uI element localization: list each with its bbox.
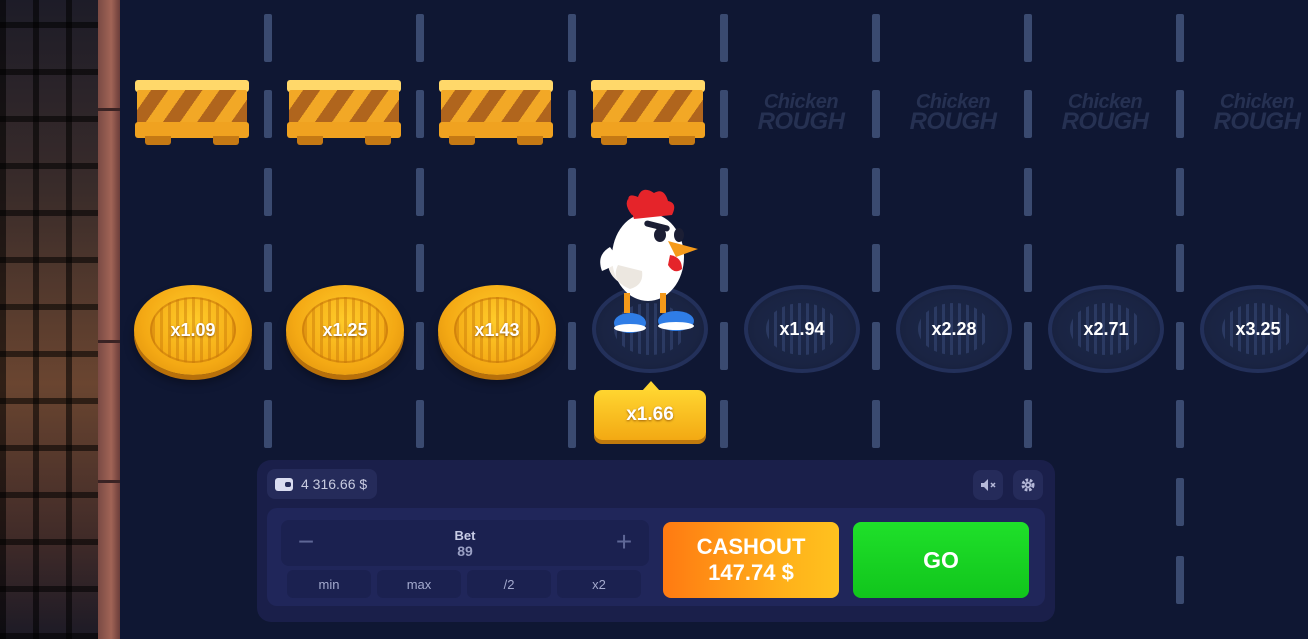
chicken-character (600, 189, 698, 333)
lane-dash (720, 322, 728, 370)
lane-dash (720, 168, 728, 216)
lane-logo: Chicken ROUGH (1061, 91, 1149, 135)
lane-dash (568, 14, 576, 62)
bet-label: Bet (454, 528, 476, 543)
bet-half-button[interactable]: /2 (467, 570, 551, 598)
balance-amount: 4 316.66 $ (301, 476, 368, 492)
bet-stepper: − Bet 89 + (281, 520, 649, 566)
lane-dash (1176, 322, 1184, 370)
bet-min-button[interactable]: min (287, 570, 371, 598)
bet-box: − Bet 89 + min max /2 x2 (281, 520, 649, 600)
lane-coin: x1.25 (286, 285, 404, 375)
lane-manhole[interactable]: x2.71 (1048, 285, 1164, 373)
lane-dash (720, 90, 728, 138)
control-panel: 4 316.66 $ − Bet 89 + min max /2 x2 CASH… (257, 460, 1055, 622)
lane-logo: Chicken ROUGH (909, 91, 997, 135)
lane-dash (1024, 400, 1032, 448)
lane-dash (568, 400, 576, 448)
lane-dash (1176, 244, 1184, 292)
lane-dash (1024, 244, 1032, 292)
lane-dash (872, 90, 880, 138)
lane-dash (1176, 478, 1184, 526)
lane-dash (264, 168, 272, 216)
lane-logo: Chicken ROUGH (757, 91, 845, 135)
lane-dash (1024, 322, 1032, 370)
lane-dash (264, 322, 272, 370)
lane-dash (568, 244, 576, 292)
speaker-muted-icon[interactable] (973, 470, 1003, 500)
lane-dash (1176, 90, 1184, 138)
lane-dash (1176, 168, 1184, 216)
sidewalk-curb (98, 0, 120, 639)
bet-max-button[interactable]: max (377, 570, 461, 598)
lane-manhole[interactable]: x3.25 (1200, 285, 1308, 373)
lane-dash (264, 90, 272, 138)
lane-dash (416, 90, 424, 138)
lane-dash (416, 400, 424, 448)
game-stage: Chicken ROUGH Chicken ROUGH Chicken ROUGH C… (0, 0, 1308, 639)
lane-dash (1024, 90, 1032, 138)
bet-increase-button[interactable]: + (611, 528, 637, 556)
lane-dash (1176, 556, 1184, 604)
lane-dash (720, 400, 728, 448)
bet-value-input[interactable]: 89 (281, 543, 649, 559)
lane-dash (1024, 168, 1032, 216)
lane-dash (872, 322, 880, 370)
lane-coin: x1.43 (438, 285, 556, 375)
lane-manhole[interactable]: x2.28 (896, 285, 1012, 373)
bet-double-button[interactable]: x2 (557, 570, 641, 598)
gear-icon[interactable] (1013, 470, 1043, 500)
curb-seam (98, 108, 120, 111)
lane-dash (568, 90, 576, 138)
road-barrier (287, 80, 401, 146)
wallet-icon (275, 477, 293, 491)
road-barrier (439, 80, 553, 146)
lane-dash (416, 322, 424, 370)
road-barrier (135, 80, 249, 146)
lane-dash (1024, 14, 1032, 62)
building-wall (0, 0, 98, 639)
lane-coin: x1.09 (134, 285, 252, 375)
lane-dash (416, 168, 424, 216)
road-barrier (591, 80, 705, 146)
balance-display: 4 316.66 $ (267, 469, 378, 499)
lane-dash (264, 14, 272, 62)
lane-dash (1176, 400, 1184, 448)
current-multiplier-badge: x1.66 (594, 381, 706, 440)
lane-manhole[interactable]: x1.94 (744, 285, 860, 373)
lane-dash (872, 168, 880, 216)
cashout-amount: 147.74 $ (708, 560, 794, 585)
lane-dash (1176, 14, 1184, 62)
lane-dash (720, 14, 728, 62)
lane-dash (568, 168, 576, 216)
lane-dash (872, 244, 880, 292)
cashout-label: CASHOUT (696, 534, 806, 559)
lane-dash (416, 14, 424, 62)
lane-dash (872, 14, 880, 62)
curb-seam (98, 480, 120, 483)
curb-seam (98, 340, 120, 343)
lane-logo: Chicken ROUGH (1213, 91, 1301, 135)
lane-dash (264, 244, 272, 292)
go-button[interactable]: GO (853, 522, 1029, 598)
lane-dash (416, 244, 424, 292)
lane-dash (568, 322, 576, 370)
lane-dash (264, 400, 272, 448)
cashout-button[interactable]: CASHOUT 147.74 $ (663, 522, 839, 598)
bet-controls: − Bet 89 + min max /2 x2 CASHOUT 147.74 … (267, 508, 1045, 606)
lane-dash (872, 400, 880, 448)
lane-dash (720, 244, 728, 292)
